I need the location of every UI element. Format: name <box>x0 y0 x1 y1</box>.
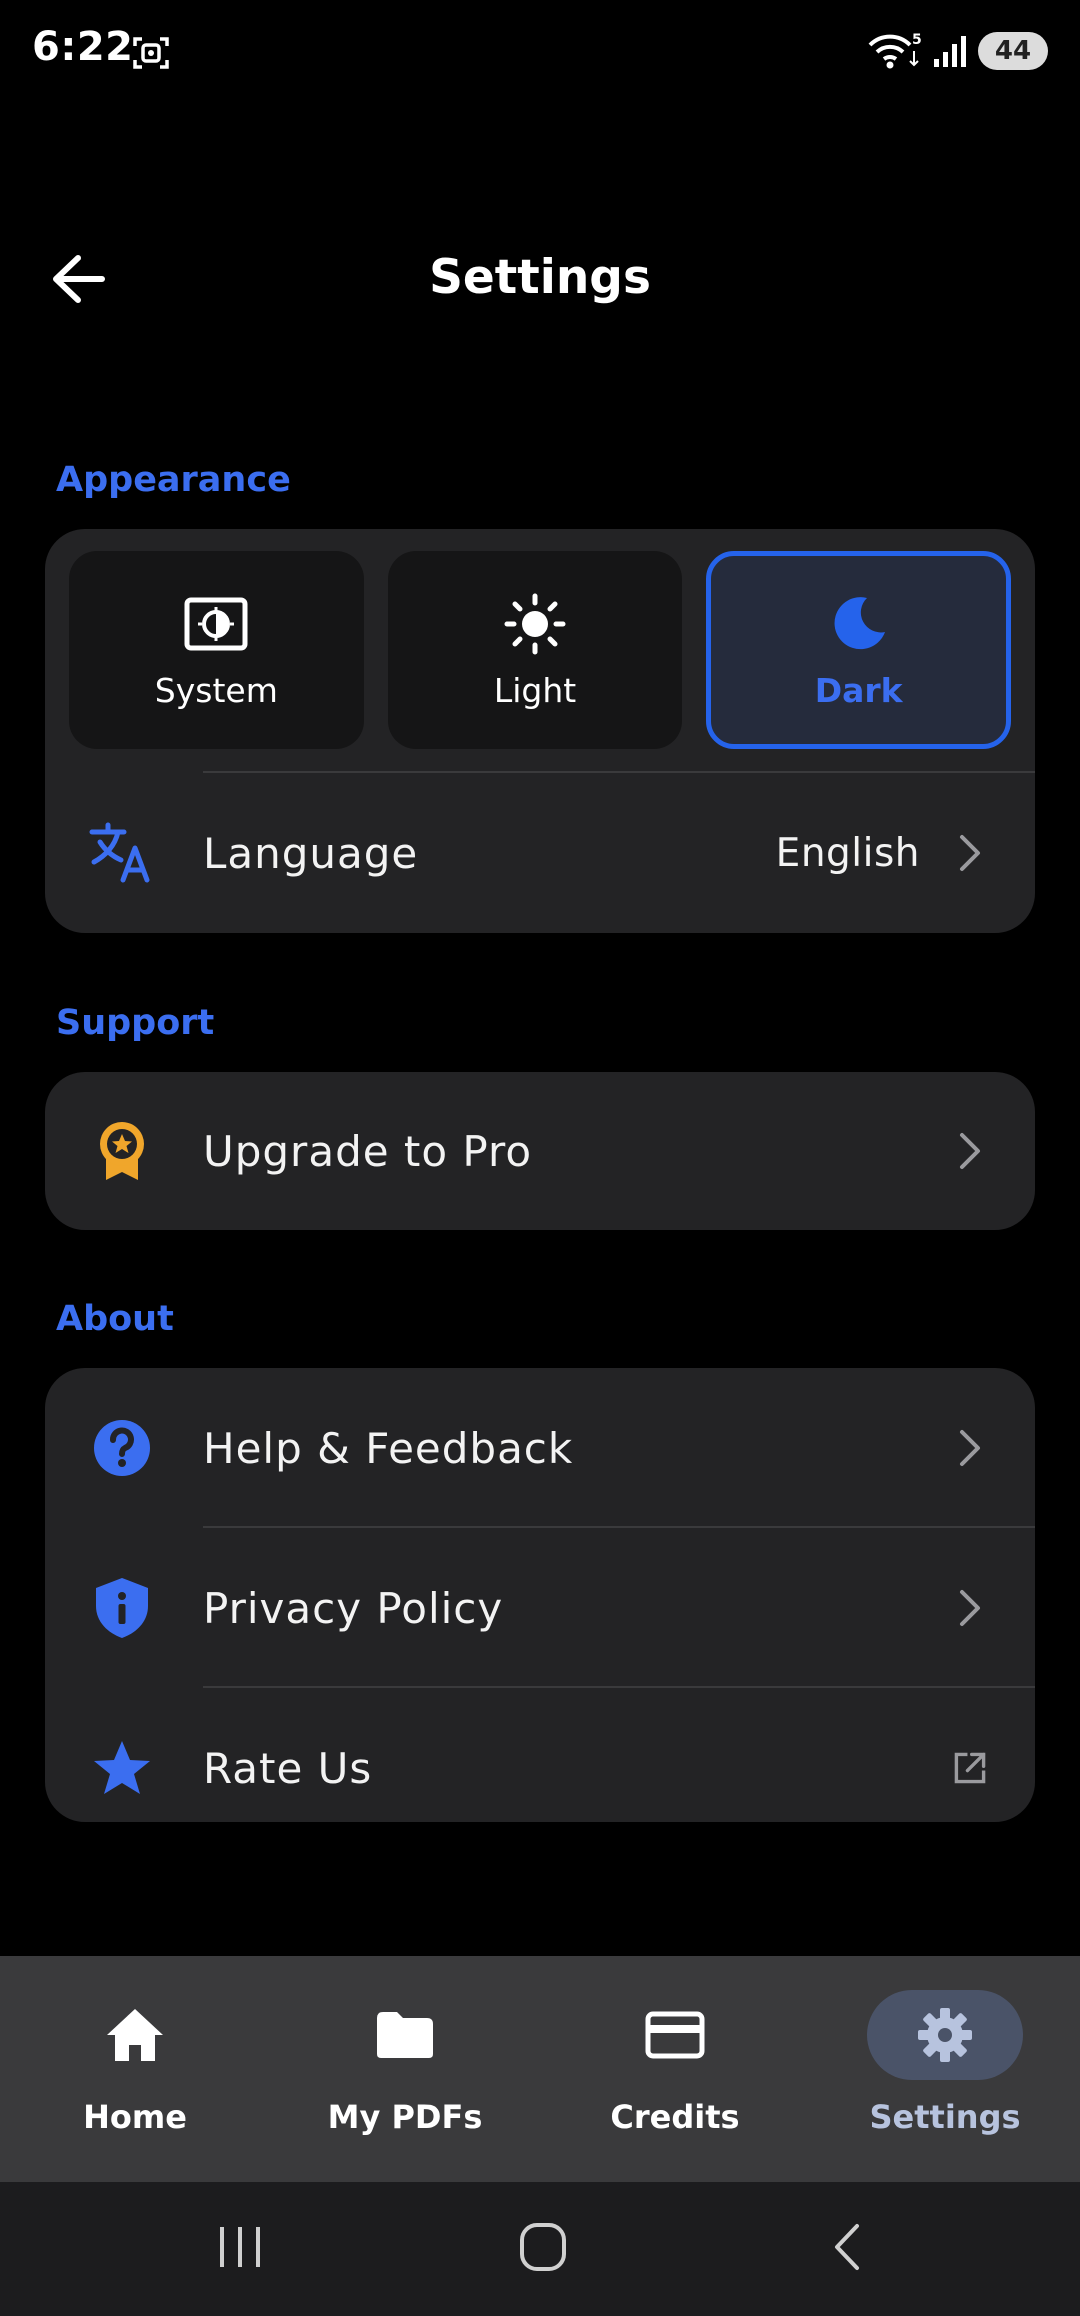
nav-label-credits: Credits <box>610 2098 740 2136</box>
chevron-right-icon <box>953 1588 987 1628</box>
theme-label-system: System <box>154 670 278 710</box>
theme-option-dark[interactable]: Dark <box>706 551 1012 749</box>
status-indicators: 5 44 <box>866 26 1048 76</box>
system-nav-bar <box>0 2182 1080 2316</box>
folder-icon <box>327 1990 483 2080</box>
section-label-about: About <box>56 1299 174 1339</box>
wifi-badge: 5 <box>912 32 922 48</box>
privacy-policy-row[interactable]: Privacy Policy <box>45 1528 1035 1688</box>
translate-icon <box>89 820 155 886</box>
support-card: Upgrade to Pro <box>45 1072 1035 1230</box>
nav-item-home[interactable]: Home <box>0 1956 270 2182</box>
language-value: English <box>775 830 920 876</box>
battery-indicator: 44 <box>978 32 1048 70</box>
chevron-right-icon <box>953 833 987 873</box>
back-button-icon[interactable] <box>806 2212 886 2282</box>
shield-info-icon <box>89 1575 155 1641</box>
header: Settings <box>0 220 1080 336</box>
gear-icon <box>867 1990 1023 2080</box>
status-time: 6:22 <box>32 24 134 70</box>
upgrade-to-pro-label: Upgrade to Pro <box>203 1126 533 1176</box>
screen-capture-icon <box>133 37 169 69</box>
theme-option-light[interactable]: Light <box>387 551 683 749</box>
external-link-icon <box>953 1748 987 1788</box>
credit-card-icon <box>597 1990 753 2080</box>
recent-apps-icon[interactable] <box>200 2212 280 2282</box>
status-bar: 6:22 5 44 <box>0 0 1080 104</box>
signal-icon <box>934 36 966 67</box>
moon-icon <box>826 591 892 657</box>
chevron-right-icon <box>953 1428 987 1468</box>
help-feedback-label: Help & Feedback <box>203 1423 574 1473</box>
help-circle-icon <box>89 1415 155 1481</box>
nav-label-settings: Settings <box>869 2098 1021 2136</box>
theme-option-system[interactable]: System <box>69 551 364 749</box>
nav-item-my-pdfs[interactable]: My PDFs <box>270 1956 540 2182</box>
star-icon <box>89 1735 155 1801</box>
sun-icon <box>502 591 568 657</box>
section-label-support: Support <box>56 1003 215 1043</box>
theme-selector: System Light Dark <box>69 551 1012 749</box>
nav-label-my-pdfs: My PDFs <box>327 2098 483 2136</box>
upgrade-to-pro-row[interactable]: Upgrade to Pro <box>45 1072 1035 1230</box>
award-badge-icon <box>89 1118 155 1184</box>
appearance-card: System Light Dark Language English <box>45 529 1035 933</box>
home-icon <box>57 1990 213 2080</box>
theme-label-dark: Dark <box>814 670 903 710</box>
help-feedback-row[interactable]: Help & Feedback <box>45 1368 1035 1528</box>
nav-label-home: Home <box>83 2098 187 2136</box>
rate-us-row[interactable]: Rate Us <box>45 1688 1035 1822</box>
brightness-icon <box>183 591 249 657</box>
nav-item-settings[interactable]: Settings <box>810 1956 1080 2182</box>
privacy-policy-label: Privacy Policy <box>203 1583 504 1633</box>
page-title: Settings <box>429 250 651 305</box>
about-card: Help & Feedback Privacy Policy Rate Us <box>45 1368 1035 1822</box>
rate-us-label: Rate Us <box>203 1743 373 1793</box>
language-row[interactable]: Language English <box>45 773 1035 933</box>
wifi-icon: 5 <box>868 32 922 69</box>
language-label: Language <box>203 828 419 878</box>
section-label-appearance: Appearance <box>56 460 291 500</box>
chevron-right-icon <box>953 1131 987 1171</box>
nav-item-credits[interactable]: Credits <box>540 1956 810 2182</box>
theme-label-light: Light <box>493 670 577 710</box>
home-button-icon[interactable] <box>503 2212 583 2282</box>
bottom-nav: Home My PDFs Credits Settings <box>0 1956 1080 2182</box>
